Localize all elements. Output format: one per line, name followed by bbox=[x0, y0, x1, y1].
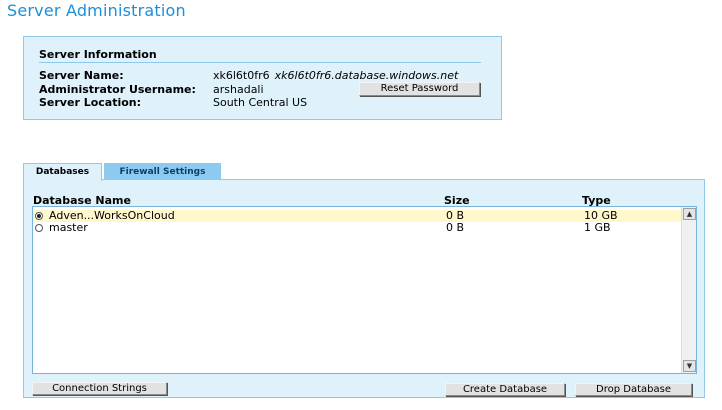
server-name-label: Server Name: bbox=[39, 69, 124, 82]
scroll-up-icon[interactable]: ▲ bbox=[683, 208, 696, 220]
scroll-down-icon[interactable]: ▼ bbox=[683, 360, 696, 372]
databases-tab-panel: Database Name Size Type Adven...WorksOnC… bbox=[23, 179, 705, 398]
database-list: Adven...WorksOnCloud 0 B 10 GB master 0 … bbox=[32, 206, 697, 374]
database-row[interactable]: master 0 B 1 GB bbox=[33, 222, 681, 234]
administrator-username-label: Administrator Username: bbox=[39, 83, 196, 96]
server-information-panel: Server Information Server Name: xk6l6t0f… bbox=[23, 36, 502, 120]
database-name: master bbox=[49, 221, 88, 234]
page-title: Server Administration bbox=[7, 1, 186, 20]
connection-strings-button[interactable]: Connection Strings bbox=[32, 382, 167, 395]
tab-firewall-settings[interactable]: Firewall Settings bbox=[104, 163, 221, 180]
server-name-value: xk6l6t0fr6 xk6l6t0fr6.database.windows.ne… bbox=[213, 69, 458, 82]
tab-databases[interactable]: Databases bbox=[23, 163, 102, 181]
create-database-button[interactable]: Create Database bbox=[445, 383, 565, 396]
administrator-username-value: arshadali bbox=[213, 83, 264, 96]
server-location-value: South Central US bbox=[213, 96, 308, 109]
divider bbox=[39, 62, 481, 63]
server-name: xk6l6t0fr6 bbox=[213, 69, 270, 82]
list-scrollbar[interactable]: ▲ ▼ bbox=[681, 207, 696, 373]
database-radio-selected[interactable] bbox=[35, 212, 43, 220]
reset-password-button[interactable]: Reset Password bbox=[359, 82, 480, 96]
database-size: 0 B bbox=[446, 221, 465, 234]
database-radio[interactable] bbox=[35, 224, 43, 232]
database-type: 1 GB bbox=[584, 221, 611, 234]
server-information-heading: Server Information bbox=[39, 48, 157, 61]
server-location-label: Server Location: bbox=[39, 96, 142, 109]
server-domain: xk6l6t0fr6.database.windows.net bbox=[274, 69, 459, 82]
drop-database-button[interactable]: Drop Database bbox=[575, 383, 692, 396]
